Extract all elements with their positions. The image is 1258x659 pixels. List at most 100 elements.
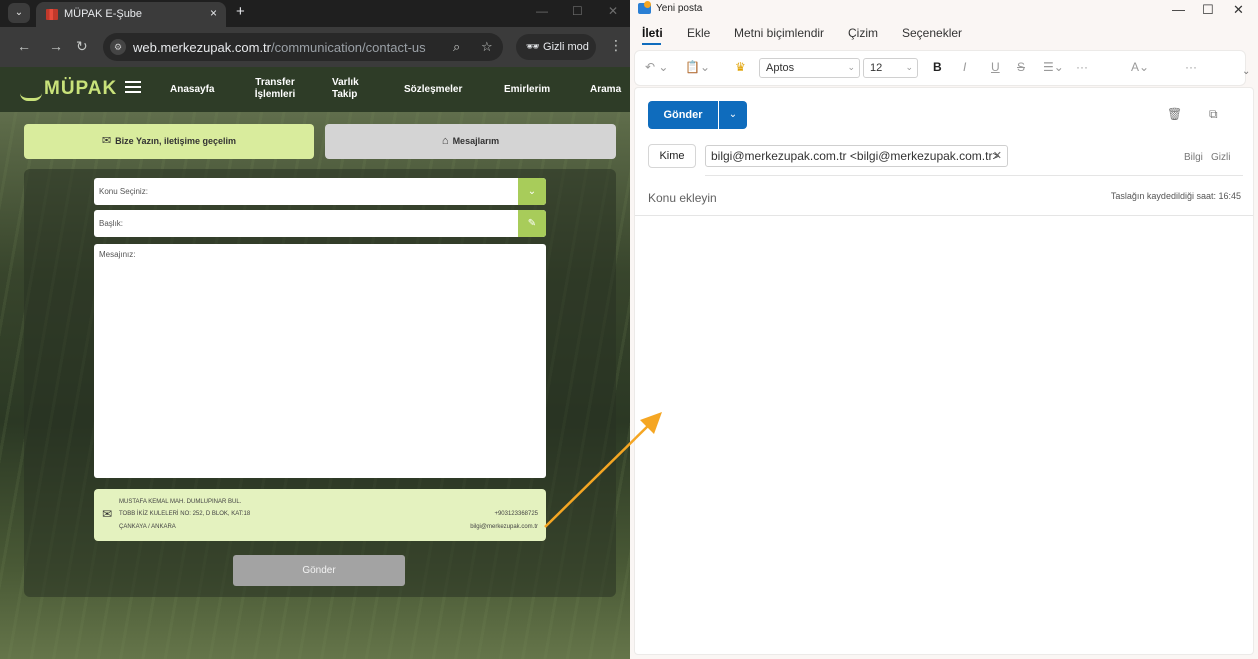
divider <box>705 175 1243 176</box>
address-line-3: ÇANKAYA / ANKARA <box>119 524 176 530</box>
font-name-select[interactable]: Aptos ⌄ <box>759 58 860 78</box>
outlook-icon <box>638 1 651 14</box>
recipient-chip[interactable]: bilgi@merkezupak.com.tr <bilgi@merkezupa… <box>705 145 1008 167</box>
chevron-down-icon: ⌄ <box>905 62 913 72</box>
tab-ileti[interactable]: İleti <box>642 26 663 40</box>
back-icon[interactable]: ← <box>17 38 31 54</box>
title-input[interactable]: Başlık: ✎ <box>94 210 546 237</box>
strikethrough-icon[interactable]: S <box>1017 60 1025 74</box>
envelope-icon: ✉ <box>102 507 113 521</box>
web-page: MÜPAK Anasayfa Transfer İşlemleri Varlık… <box>0 67 630 659</box>
maximize-icon[interactable]: ☐ <box>1202 2 1214 18</box>
recipient-text: bilgi@merkezupak.com.tr <bilgi@merkezupa… <box>711 149 1000 163</box>
more-options-icon[interactable]: ··· <box>1076 60 1088 74</box>
tab-title: MÜPAK E-Şube <box>64 8 143 20</box>
browser-toolbar: ← → ↻ ⚙ web.merkezupak.com.tr/communicat… <box>0 27 630 67</box>
envelope-icon: ✉ <box>101 135 112 147</box>
new-tab-icon[interactable]: + <box>236 3 245 20</box>
ribbon-toolbar: ↶ ⌄ 📋⌄ ♛ Aptos ⌄ 12 ⌄ B I U S ☰⌄ ··· A⌄ … <box>634 50 1246 86</box>
browser-window: ⌄ MÜPAK E-Şube × + — ☐ ✕ ← → ↻ ⚙ web.mer… <box>0 0 630 659</box>
tab-format[interactable]: Metni biçimlendir <box>734 26 824 40</box>
tab-search-icon[interactable]: ⌄ <box>8 3 30 23</box>
minimize-icon[interactable]: — <box>1172 2 1185 17</box>
screen: ⌄ MÜPAK E-Şube × + — ☐ ✕ ← → ↻ ⚙ web.mer… <box>0 0 1258 659</box>
nav-anasayfa[interactable]: Anasayfa <box>170 84 214 96</box>
logo-swoosh-icon <box>20 93 42 101</box>
incognito-badge[interactable]: 🕶 Gizli mod <box>516 34 596 60</box>
contact-info-card: ✉ MUSTAFA KEMAL MAH. DUMLUPINAR BUL. TOB… <box>94 489 546 541</box>
url-path: /communication/contact-us <box>271 40 426 55</box>
phone-number[interactable]: +903123368725 <box>494 511 538 517</box>
divider <box>635 215 1253 216</box>
submit-button[interactable]: Gönder <box>233 555 405 586</box>
line-spacing-icon[interactable]: ☰⌄ <box>1043 60 1064 74</box>
address-bar[interactable]: ⚙ web.merkezupak.com.tr/communication/co… <box>103 33 503 61</box>
bcc-button[interactable]: Gizli <box>1211 152 1230 163</box>
close-icon[interactable]: ✕ <box>1233 2 1244 18</box>
cc-button[interactable]: Bilgi <box>1184 152 1203 163</box>
ribbon-expand-icon[interactable]: ⌄ <box>1242 66 1250 77</box>
format-painter-icon[interactable]: ♛ <box>735 60 746 74</box>
nav-arama[interactable]: Arama <box>590 84 621 96</box>
hamburger-icon[interactable] <box>125 81 141 93</box>
tab-draw[interactable]: Çizim <box>848 26 878 40</box>
subject-input[interactable]: Konu ekleyin <box>648 191 717 205</box>
url-text: web.merkezupak.com.tr/communication/cont… <box>133 40 426 55</box>
tab-ekle[interactable]: Ekle <box>687 26 710 40</box>
font-size-select[interactable]: 12 ⌄ <box>863 58 918 78</box>
to-button[interactable]: Kime <box>648 144 696 168</box>
underline-icon[interactable]: U <box>991 60 1000 74</box>
star-icon[interactable]: ☆ <box>481 39 493 55</box>
italic-icon[interactable]: I <box>963 60 966 74</box>
mail-window-title: Yeni posta <box>656 3 703 14</box>
menu-icon[interactable]: ⋮ <box>609 37 623 54</box>
mail-window: Yeni posta — ☐ ✕ İleti Ekle Metni biçiml… <box>630 0 1258 659</box>
browser-tab[interactable]: MÜPAK E-Şube × <box>36 2 226 27</box>
message-textarea[interactable]: Mesajınız: <box>94 244 546 478</box>
reload-icon[interactable]: ↻ <box>76 38 88 55</box>
send-button[interactable]: Gönder <box>648 101 718 129</box>
contact-form: Konu Seçiniz: ⌄ Başlık: ✎ Mesajınız: ✉ M… <box>24 169 616 597</box>
active-tab-indicator <box>642 43 661 45</box>
undo-icon[interactable]: ↶ ⌄ <box>645 60 668 74</box>
nav-varlik-takip[interactable]: Varlık Takip <box>332 77 368 101</box>
subject-select-label: Konu Seçiniz: <box>99 187 148 196</box>
zoom-icon[interactable]: ⌕ <box>453 39 460 55</box>
popout-icon[interactable]: ⧉ <box>1209 107 1218 122</box>
font-name-value: Aptos <box>766 62 795 74</box>
tab-close-icon[interactable]: × <box>210 6 217 20</box>
paste-icon[interactable]: 📋⌄ <box>685 60 710 74</box>
message-textarea-label: Mesajınız: <box>99 250 136 259</box>
bold-icon[interactable]: B <box>933 60 942 74</box>
nav-emirlerim[interactable]: Emirlerim <box>504 84 550 96</box>
remove-recipient-icon[interactable]: ✕ <box>993 149 1002 162</box>
incognito-label: Gizli mod <box>543 41 589 53</box>
maximize-icon[interactable]: ☐ <box>572 4 583 18</box>
my-messages-button[interactable]: ⌂ Mesajlarım <box>325 124 616 159</box>
close-icon[interactable]: ✕ <box>608 4 618 18</box>
tab-options[interactable]: Seçenekler <box>902 26 962 40</box>
site-info-icon[interactable]: ⚙ <box>110 39 126 55</box>
send-options-chevron-icon[interactable]: ⌄ <box>719 101 747 129</box>
write-us-label: Bize Yazın, iletişime geçelim <box>115 136 237 146</box>
compose-pane: Gönder ⌄ 🗑 ⧉ Kime bilgi@merkezupak.com.t… <box>634 87 1254 655</box>
site-navbar: MÜPAK Anasayfa Transfer İşlemleri Varlık… <box>0 67 630 112</box>
trash-icon[interactable]: 🗑 <box>1167 107 1182 121</box>
my-messages-label: Mesajlarım <box>452 136 500 146</box>
mail-titlebar: Yeni posta — ☐ ✕ <box>630 0 1258 20</box>
minimize-icon[interactable]: — <box>536 4 548 18</box>
chevron-down-icon: ⌄ <box>847 62 855 72</box>
subject-select[interactable]: Konu Seçiniz: ⌄ <box>94 178 546 205</box>
write-us-button[interactable]: ✉ Bize Yazın, iletişime geçelim <box>24 124 314 159</box>
title-input-label: Başlık: <box>99 219 124 228</box>
site-logo[interactable]: MÜPAK <box>44 78 117 100</box>
incognito-icon: 🕶 <box>526 41 544 53</box>
chevron-down-icon[interactable]: ⌄ <box>518 178 546 205</box>
forward-icon[interactable]: → <box>49 38 63 54</box>
contact-email[interactable]: bilgi@merkezupak.com.tr <box>470 524 538 530</box>
draft-saved-status: Taslağın kaydedildiği saat: 16:45 <box>1110 191 1241 201</box>
nav-sozlesmeler[interactable]: Sözleşmeler <box>404 84 462 96</box>
styles-icon[interactable]: A⌄ <box>1131 60 1149 74</box>
more-options-icon[interactable]: ··· <box>1185 60 1197 74</box>
nav-transfer[interactable]: Transfer İşlemleri <box>245 77 305 101</box>
